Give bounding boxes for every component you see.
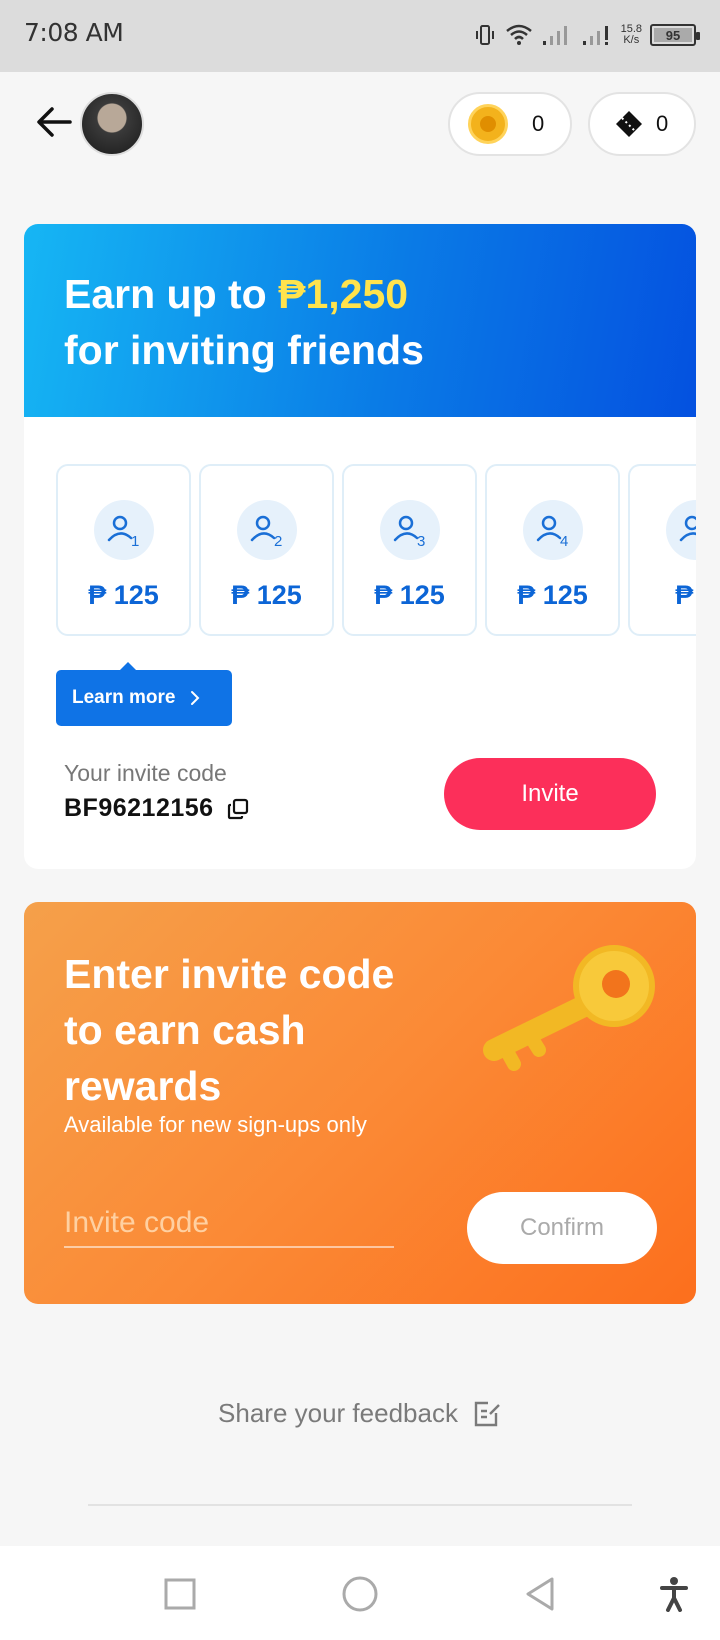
invite-code-value: BF96212156 [64,794,250,823]
home-button[interactable] [340,1574,380,1614]
enter-code-title-line3: rewards [64,1063,222,1109]
tier-amount: ₱ 125 [517,580,588,610]
back-button[interactable] [32,100,76,144]
invite-friends-card: Earn up to ₱1,250 for inviting friends 1… [24,224,696,869]
key-icon [483,945,655,1071]
enter-code-subtitle: Available for new sign-ups only [64,1112,367,1137]
signal-icon [542,26,567,45]
banner-title-prefix: Earn up to [64,271,279,317]
invite-code-text: BF96212156 [64,794,214,822]
status-bar: 7:08 AM 15.8 K/s 95 [0,0,720,72]
back-nav-button[interactable] [520,1574,560,1614]
tier-amount: ₱ 1 [675,580,696,610]
vibrate-icon [475,25,494,45]
banner-title-amount: ₱1,250 [278,271,409,317]
banner-title-line2: for inviting friends [64,327,424,373]
system-navigation-bar [0,1546,720,1640]
reward-tier[interactable]: 3 ₱ 125 [342,464,477,636]
coins-value: 0 [532,111,545,136]
reward-tier[interactable]: 2 ₱ 125 [199,464,334,636]
reward-tier[interactable]: 1 ₱ 125 [56,464,191,636]
copy-icon[interactable] [226,797,250,821]
tier-amount: ₱ 125 [231,580,302,610]
network-speed: 15.8 K/s [621,24,642,46]
enter-code-title-line1: Enter invite code [64,951,395,997]
svg-text:3: 3 [417,533,425,550]
reward-tiers: 1 ₱ 125 2 ₱ 125 3 ₱ 125 4 ₱ 125 ₱ [56,464,696,636]
divider [88,1504,632,1506]
recents-button[interactable] [160,1574,200,1614]
circle-icon [342,1576,378,1612]
status-time: 7:08 AM [24,18,124,47]
accessibility-button[interactable] [654,1574,694,1614]
coin-icon [468,104,508,144]
network-speed-unit: K/s [623,34,640,46]
learn-more-label: Learn more [72,687,176,708]
friend-icon: 1 [93,500,154,560]
tier-amount: ₱ 125 [374,580,445,610]
invite-code-input[interactable] [64,1200,394,1248]
accessibility-icon [660,1577,688,1612]
tickets-value: 0 [656,111,669,136]
feedback-label: Share your feedback [218,1398,458,1428]
friend-icon: 2 [236,500,297,560]
learn-more-button[interactable]: Learn more [56,662,232,726]
coins-balance-button[interactable]: 0 [448,92,572,156]
svg-text:1: 1 [131,533,139,550]
tickets-balance-button[interactable]: 0 [588,92,696,156]
ticket-icon [616,111,642,137]
avatar[interactable] [80,92,144,156]
battery-icon: 95 [650,24,700,46]
enter-invite-code-card: Enter invite code to earn cash rewards A… [24,902,696,1304]
arrow-left-icon [37,107,72,137]
square-icon [164,1578,196,1610]
signal-icon-2 [582,26,608,45]
battery-level: 95 [665,27,681,43]
svg-text:4: 4 [560,533,568,550]
friend-icon: 3 [379,500,440,560]
enter-code-title-line2: to earn cash [64,1007,306,1053]
edit-note-icon [474,1401,500,1426]
confirm-button[interactable]: Confirm [467,1192,657,1264]
status-icons: 15.8 K/s 95 [473,20,700,50]
friend-icon: 4 [522,500,583,560]
wifi-icon [505,24,532,45]
invite-banner: Earn up to ₱1,250 for inviting friends [24,224,696,417]
invite-button[interactable]: Invite [444,758,656,830]
reward-tier[interactable]: ₱ 1 [628,464,696,636]
share-feedback-link[interactable]: Share your feedback [0,1398,720,1429]
svg-text:2: 2 [274,533,282,550]
tier-amount: ₱ 125 [88,580,159,610]
friend-icon [665,500,696,560]
triangle-back-icon [526,1577,554,1611]
banner-title-line1: Earn up to ₱1,250 [64,266,656,322]
invite-code-label: Your invite code [64,760,227,786]
reward-tier[interactable]: 4 ₱ 125 [485,464,620,636]
chevron-right-icon [191,691,200,705]
enter-code-title: Enter invite code to earn cash rewards [64,946,394,1114]
